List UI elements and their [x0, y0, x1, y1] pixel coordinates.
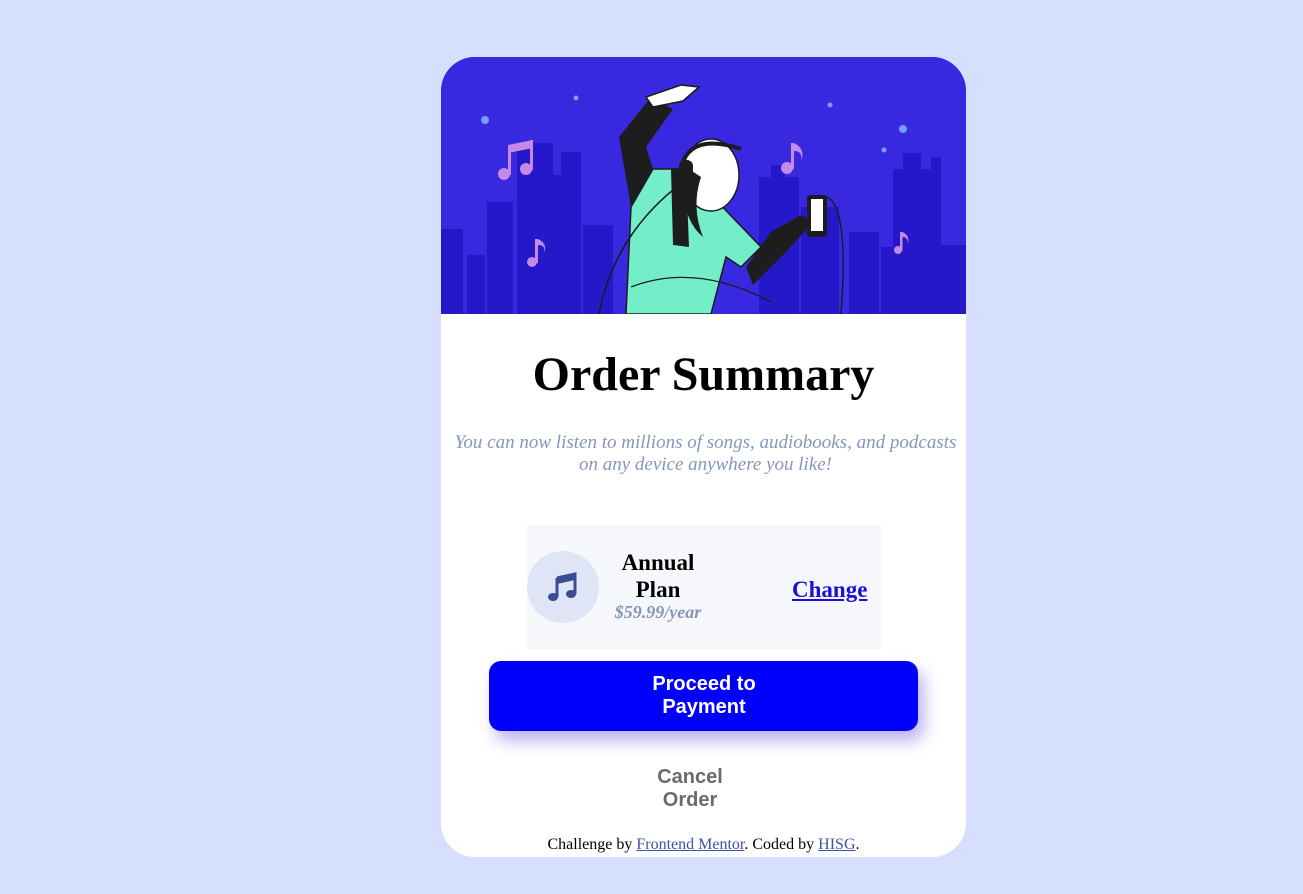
page-title: Order Summary [532, 348, 875, 401]
order-summary-card: Order Summary You can now listen to mill… [441, 57, 966, 857]
attribution-suffix: . [855, 836, 860, 853]
attribution: Challenge by Frontend Mentor. Coded by H… [441, 835, 966, 855]
hero-illustration [441, 57, 966, 314]
attribution-middle: . Coded by [744, 836, 819, 853]
cancel-order-button[interactable]: Cancel Order [650, 766, 730, 812]
listening-person-illustration [441, 57, 966, 314]
frontend-mentor-link[interactable]: Frontend Mentor [636, 836, 744, 853]
proceed-to-payment-button[interactable]: Proceed to Payment [489, 661, 918, 731]
proceed-button-label: Proceed to Payment [652, 673, 756, 718]
plan-summary: Annual Plan $59.99/year Change [527, 525, 881, 649]
attribution-prefix: Challenge by [547, 836, 637, 853]
author-link[interactable]: HISG [818, 836, 855, 853]
music-note-icon [527, 551, 599, 623]
plan-price: $59.99/year [614, 602, 702, 622]
order-description: You can now listen to millions of songs,… [454, 432, 957, 475]
change-plan-link[interactable]: Change [792, 576, 867, 603]
plan-name: Annual Plan [621, 550, 695, 602]
